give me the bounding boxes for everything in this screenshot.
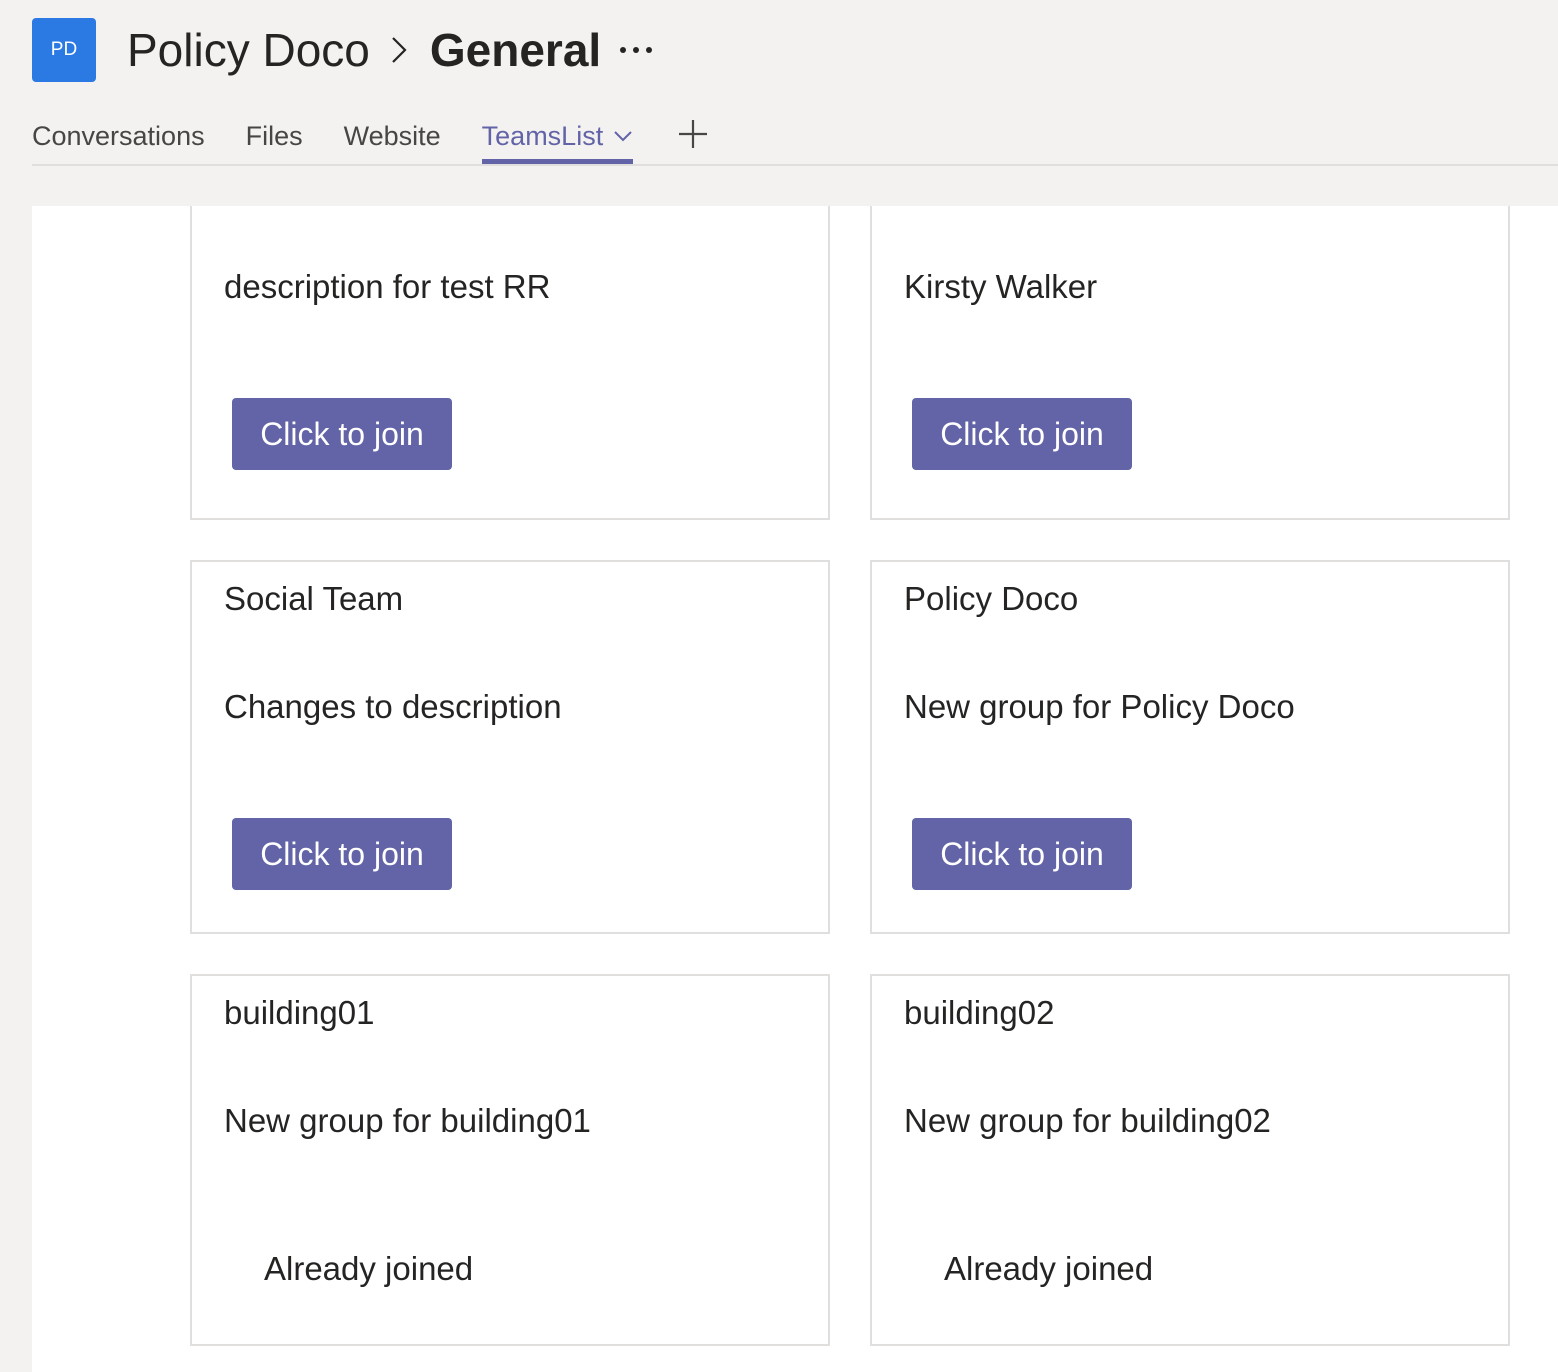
card-title: Policy Doco bbox=[904, 580, 1079, 617]
team-card: Kirsty Walker Click to join bbox=[870, 206, 1510, 520]
more-horizontal-icon[interactable] bbox=[619, 45, 653, 55]
card-description: Changes to description bbox=[224, 688, 562, 725]
tab-website[interactable]: Website bbox=[344, 108, 441, 164]
plus-icon[interactable] bbox=[677, 118, 709, 150]
tab-conversations[interactable]: Conversations bbox=[32, 108, 205, 164]
tab-teamslist-label: TeamsList bbox=[481, 121, 604, 151]
channel-tabs: Conversations Files Website TeamsList bbox=[32, 108, 671, 164]
joined-status: Already joined bbox=[264, 1250, 474, 1287]
breadcrumb: Policy Doco General bbox=[127, 18, 653, 82]
team-card: Policy Doco New group for Policy Doco Cl… bbox=[870, 560, 1510, 934]
join-button[interactable]: Click to join bbox=[232, 818, 452, 890]
team-card: building02 New group for building02 Alre… bbox=[870, 974, 1510, 1346]
chevron-down-icon[interactable] bbox=[613, 130, 633, 142]
join-button[interactable]: Click to join bbox=[912, 398, 1132, 470]
card-description: New group for building01 bbox=[224, 1102, 591, 1139]
card-title: Social Team bbox=[224, 580, 404, 617]
team-card: building01 New group for building01 Alre… bbox=[190, 974, 830, 1346]
chevron-right-icon bbox=[390, 35, 408, 65]
team-card: Social Team Changes to description Click… bbox=[190, 560, 830, 934]
card-description: New group for building02 bbox=[904, 1102, 1271, 1139]
team-name[interactable]: Policy Doco bbox=[127, 23, 370, 77]
tab-teamslist[interactable]: TeamsList bbox=[481, 108, 634, 164]
join-button[interactable]: Click to join bbox=[912, 818, 1132, 890]
channel-name: General bbox=[429, 24, 602, 76]
card-description: description for test RR bbox=[224, 268, 551, 305]
channel-header: PD Policy Doco General Conversations Fil… bbox=[0, 0, 1558, 206]
tabs-divider bbox=[32, 164, 1558, 166]
joined-status: Already joined bbox=[944, 1250, 1154, 1287]
teams-list-content: description for test RR Click to join Ki… bbox=[32, 206, 1558, 1372]
card-title: building02 bbox=[904, 994, 1055, 1031]
join-button[interactable]: Click to join bbox=[232, 398, 452, 470]
card-title: building01 bbox=[224, 994, 375, 1031]
tab-files[interactable]: Files bbox=[246, 108, 303, 164]
card-description: Kirsty Walker bbox=[904, 268, 1098, 305]
team-card: description for test RR Click to join bbox=[190, 206, 830, 520]
team-avatar-initials: PD bbox=[50, 39, 78, 60]
card-description: New group for Policy Doco bbox=[904, 688, 1295, 725]
team-avatar[interactable]: PD bbox=[32, 18, 96, 82]
